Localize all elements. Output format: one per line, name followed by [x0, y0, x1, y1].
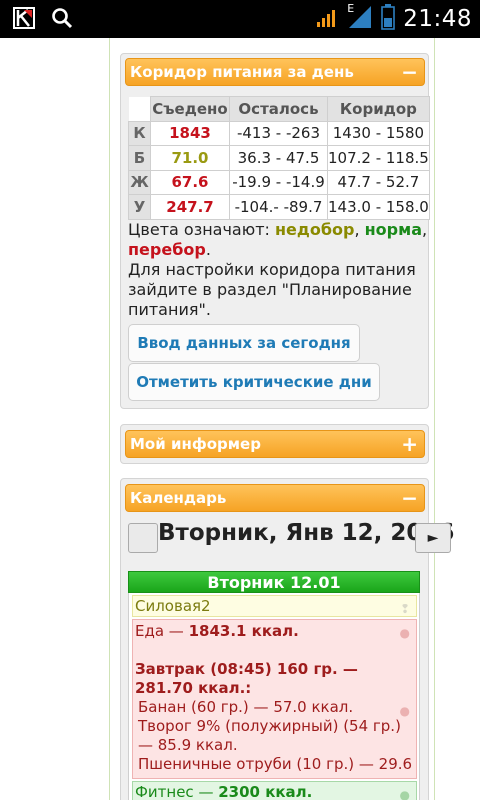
corridor-hint: Для настройки коридора питания зайдите в… [128, 260, 416, 319]
legend-prefix: Цвета означают: [128, 220, 275, 239]
range-value: 107.2 - 118.5 [327, 145, 430, 171]
legend-under: недобор [275, 220, 355, 239]
eaten-value: 1843 [150, 120, 230, 146]
informer-header[interactable]: Мой информер + [125, 430, 425, 458]
col-range: Коридор [327, 96, 430, 122]
range-value: 143.0 - 158.0 [327, 194, 430, 220]
day-header[interactable]: Вторник 12.01 [128, 571, 420, 593]
calendar-header[interactable]: Календарь − [125, 484, 425, 512]
legend-over: перебор [128, 240, 206, 259]
eaten-value: 67.6 [150, 169, 230, 195]
table-row: Ж 67.6 -19.9 - -14.9 47.7 - 52.7 [128, 169, 430, 195]
antivirus-icon [12, 6, 36, 34]
eaten-value: 247.7 [150, 194, 230, 220]
training-event[interactable]: Силовая2 ❢ [132, 595, 417, 617]
range-value: 1430 - 1580 [327, 120, 430, 146]
network-type: E [347, 2, 355, 15]
search-icon [50, 6, 74, 34]
status-bar: E 21:48 [0, 0, 480, 38]
calendar-date-title: Вторник, Янв 12, 2016 [158, 520, 455, 546]
row-letter: Б [128, 145, 151, 171]
mark-critical-days-button[interactable]: Отметить критические дни [128, 363, 380, 401]
range-value: 47.7 - 52.7 [327, 169, 430, 195]
fitness-event[interactable]: Фитнес — 2300 ккал. ● [132, 781, 417, 800]
food-total: 1843.1 ккал. [188, 622, 299, 640]
corridor-header[interactable]: Коридор питания за день − [125, 58, 425, 86]
food-item: Пшеничные отруби (10 гр.) — 29.6 [138, 755, 413, 773]
color-legend: Цвета означают: недобор, норма, перебор.… [128, 220, 428, 319]
food-icon: ● [399, 704, 410, 718]
collapse-icon[interactable]: − [401, 59, 418, 85]
left-value: -19.9 - -14.9 [229, 169, 328, 195]
fitness-total: 2300 ккал. [218, 783, 313, 800]
expand-icon[interactable]: + [401, 431, 418, 457]
clock: 21:48 [403, 6, 472, 32]
table-row: Б 71.0 36.3 - 47.5 107.2 - 118.5 [128, 145, 430, 171]
breakfast-line: Завтрак (08:45) 160 гр. — 281.70 ккал.: [135, 660, 358, 697]
row-letter: Ж [128, 169, 151, 195]
corridor-title: Коридор питания за день [130, 63, 354, 81]
table-corner [128, 96, 151, 121]
food-item: Банан (60 гр.) — 57.0 ккал. [138, 698, 354, 716]
left-value: 36.3 - 47.5 [229, 145, 328, 171]
table-row: У 247.7 -104.- -89.7 143.0 - 158.0 [128, 194, 430, 220]
legend-suffix: . [205, 240, 211, 259]
left-value: -413 - -263 [229, 120, 328, 146]
exercise-icon: ❢ [399, 602, 410, 616]
food-item: Творог 9% (полужирный) (54 гр.) — 85.9 к… [138, 717, 401, 754]
informer-title: Мой информер [130, 435, 261, 453]
left-value: -104.- -89.7 [229, 194, 328, 220]
next-day-button[interactable]: ► [415, 523, 451, 553]
nutrition-table: Съедено Осталось Коридор К 1843 -413 - -… [128, 96, 430, 220]
row-letter: У [128, 194, 151, 220]
eaten-value: 71.0 [150, 145, 230, 171]
col-eaten: Съедено [150, 96, 230, 122]
food-label: Еда — [135, 622, 189, 640]
table-row: К 1843 -413 - -263 1430 - 1580 [128, 120, 430, 146]
prev-day-button[interactable] [128, 523, 158, 553]
input-today-button[interactable]: Ввод данных за сегодня [128, 324, 360, 362]
table-header-row: Съедено Осталось Коридор [128, 96, 430, 122]
legend-norm: норма [364, 220, 422, 239]
fitness-icon: ● [399, 788, 410, 800]
collapse-icon[interactable]: − [401, 485, 418, 511]
training-label: Силовая2 [135, 597, 211, 615]
calendar-title: Календарь [130, 489, 227, 507]
wifi-signal-icon [315, 5, 339, 33]
fitness-label: Фитнес — [135, 783, 219, 800]
battery-icon [381, 4, 396, 34]
cell-signal-icon: E [347, 2, 373, 34]
right-panel [434, 38, 480, 800]
left-panel [0, 38, 110, 800]
food-event[interactable]: Еда — 1843.1 ккал. ● Завтрак (08:45) 160… [132, 619, 417, 779]
food-icon: ● [399, 626, 410, 640]
row-letter: К [128, 120, 151, 146]
col-left: Осталось [229, 96, 328, 122]
day-events: Силовая2 ❢ Еда — 1843.1 ккал. ● Завтрак … [128, 593, 420, 800]
